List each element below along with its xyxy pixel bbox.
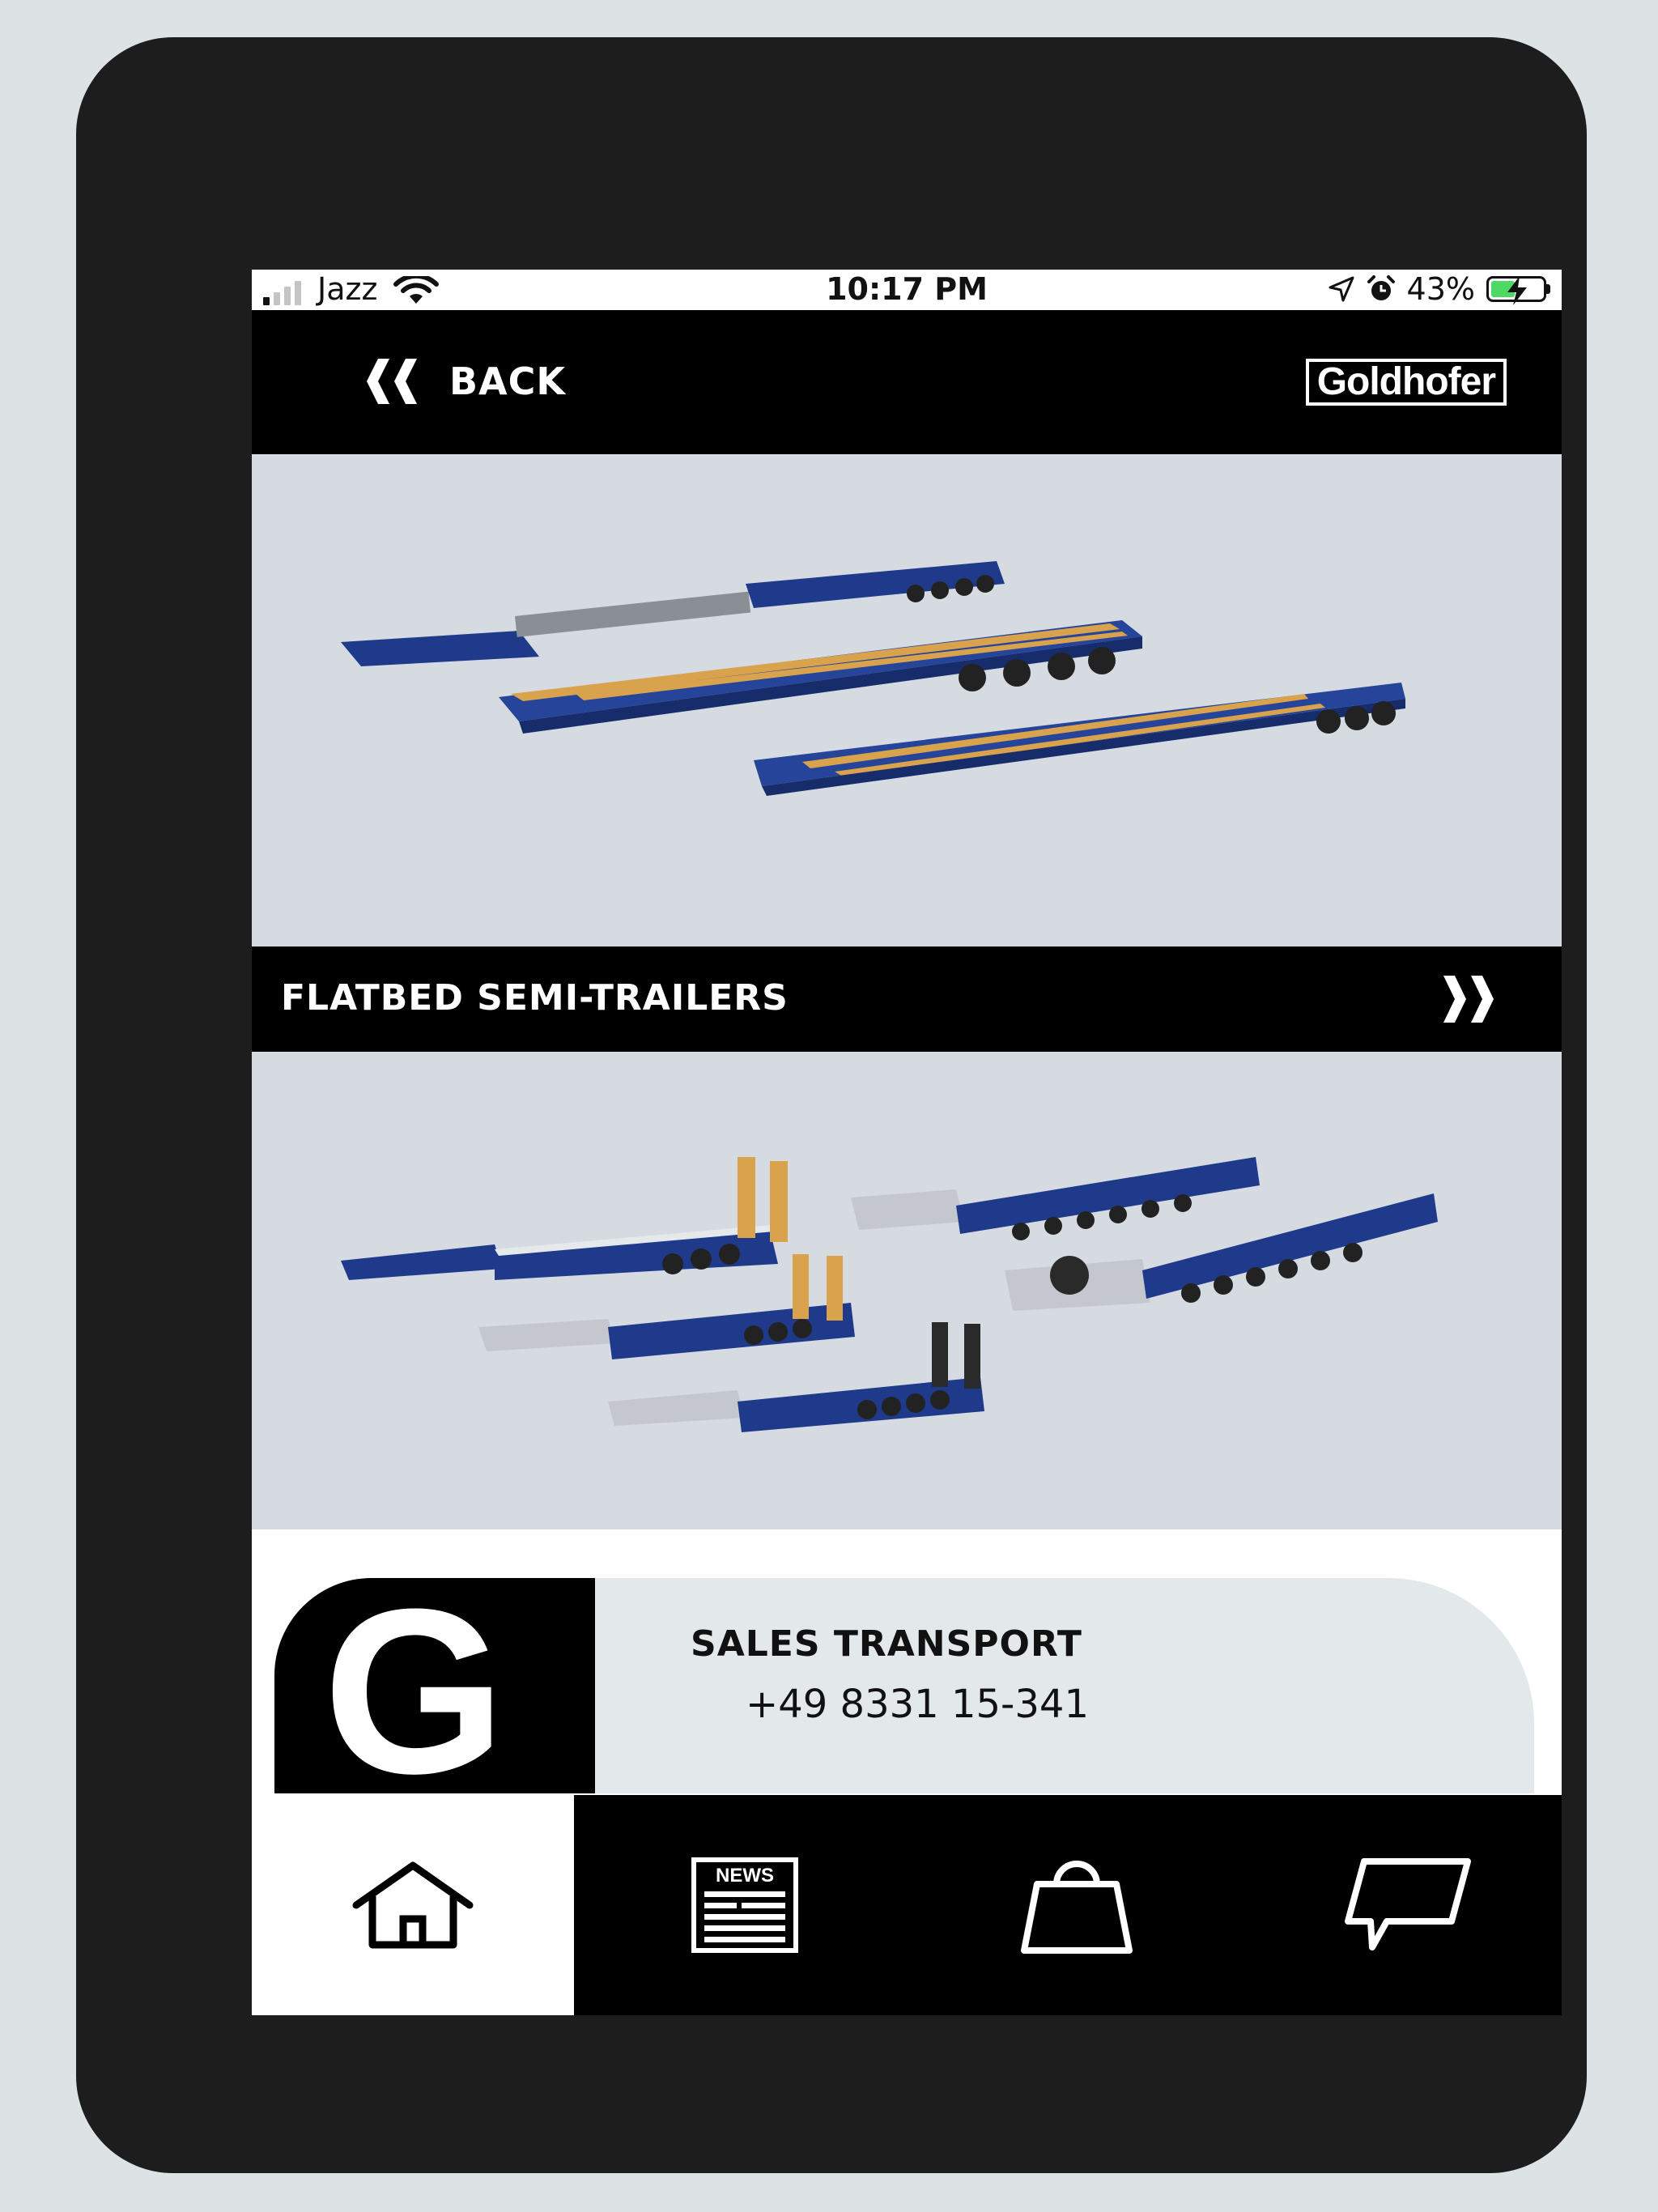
tab-chat[interactable]	[1246, 1795, 1562, 2015]
battery-charging-icon	[1486, 276, 1546, 305]
back-label: BACK	[449, 359, 567, 403]
double-chevron-left-icon	[367, 359, 417, 404]
tab-home[interactable]	[252, 1795, 574, 2015]
svg-text:NEWS: NEWS	[716, 1865, 774, 1887]
bottom-tab-bar: NEWS	[252, 1795, 1562, 2015]
status-bar: Jazz 10:17 PM 43%	[252, 270, 1562, 310]
tab-shop[interactable]	[916, 1795, 1238, 2015]
alarm-icon	[1367, 275, 1395, 300]
tab-news[interactable]: NEWS	[584, 1795, 906, 2015]
flatbed-trailers-illustration	[341, 561, 1405, 796]
product-image-flatbed[interactable]	[252, 454, 1562, 946]
contact-panel: SALES TRANSPORT +49 8331 15-341	[595, 1578, 1534, 1793]
lowbed-trailers-illustration	[341, 1157, 1438, 1432]
shopping-bag-icon	[1021, 1861, 1133, 1954]
contact-card[interactable]: G SALES TRANSPORT +49 8331 15-341	[252, 1529, 1562, 1793]
contact-title: SALES TRANSPORT	[691, 1623, 1082, 1665]
chat-bubble-icon	[1345, 1858, 1471, 1950]
back-button[interactable]: BACK	[355, 359, 566, 404]
contact-phone[interactable]: +49 8331 15-341	[746, 1682, 1089, 1727]
app-screen: Jazz 10:17 PM 43% BACK Goldhofer FLATBED…	[252, 270, 1562, 2015]
double-chevron-right-icon	[1443, 976, 1494, 1023]
home-icon	[352, 1861, 474, 1949]
product-image-lowbed[interactable]	[252, 1052, 1562, 1529]
goldhofer-g-logo: G	[274, 1578, 595, 1793]
category-bar-flatbed[interactable]: FLATBED SEMI-TRAILERS	[252, 946, 1562, 1052]
location-icon	[1329, 276, 1354, 302]
app-header: BACK Goldhofer	[252, 310, 1562, 454]
tablet-frame: Jazz 10:17 PM 43% BACK Goldhofer FLATBED…	[76, 37, 1587, 2173]
battery-percent: 43%	[1406, 271, 1475, 307]
goldhofer-logo: Goldhofer	[1305, 359, 1507, 406]
category-label: FLATBED SEMI-TRAILERS	[281, 977, 789, 1019]
news-icon: NEWS	[691, 1857, 798, 1953]
